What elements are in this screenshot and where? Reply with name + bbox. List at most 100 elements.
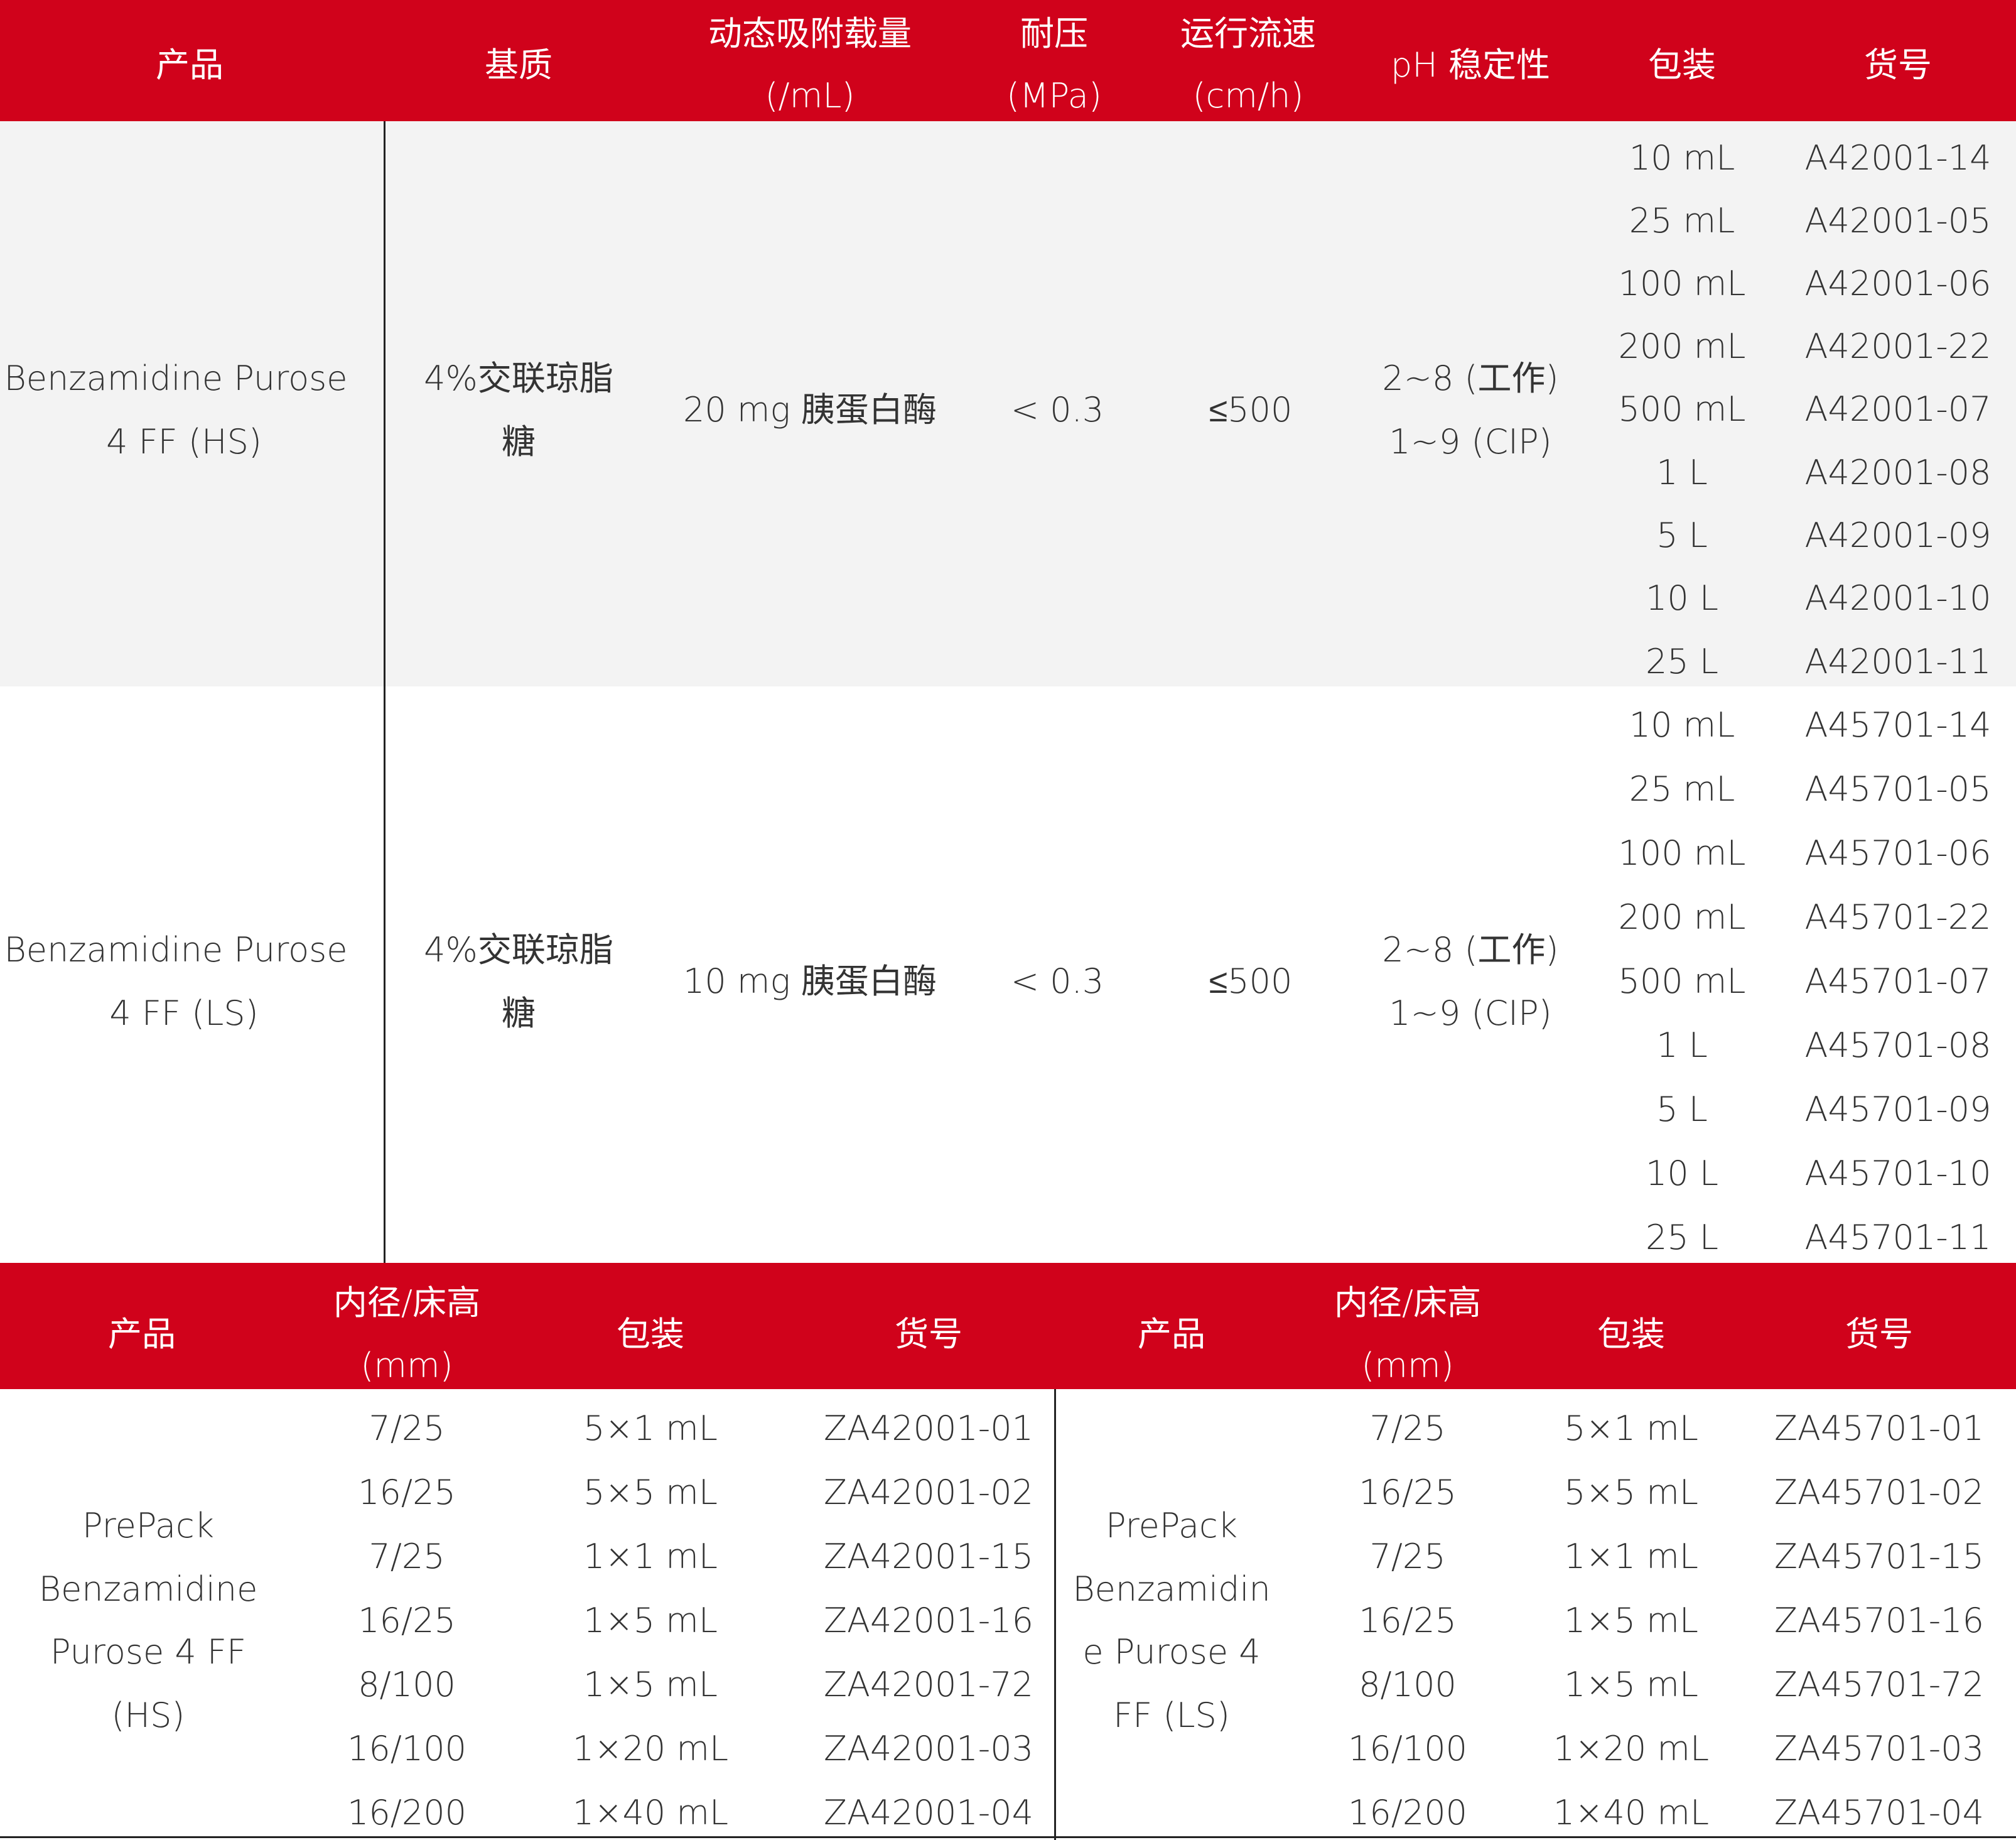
matrix-line1: 4%交联琼脂	[424, 930, 613, 970]
list-item: 25 mL	[1629, 769, 1735, 809]
header-matrix: 基质	[485, 45, 553, 85]
list-item: ZA45701-72	[1774, 1665, 1984, 1704]
list-item: 100 mL	[1618, 833, 1746, 873]
list-item: ZA42001-15	[824, 1537, 1033, 1576]
ph-line1: 2~8 (工作)	[1382, 359, 1559, 398]
list-item: 500 mL	[1618, 961, 1746, 1001]
list-item: 1×5 mL	[1564, 1601, 1698, 1640]
list-item: A42001-06	[1804, 264, 1992, 303]
list-item: 8/100	[358, 1665, 456, 1704]
product-name-line2: 4 FF (HS)	[106, 422, 262, 462]
list-item: 5×1 mL	[583, 1409, 718, 1448]
header-pack-left: 包装	[617, 1314, 684, 1354]
list-item: 16/200	[1348, 1793, 1467, 1832]
list-item: 16/100	[347, 1729, 466, 1768]
list-item: 16/25	[358, 1601, 456, 1640]
header-capacity-line2: (/mL)	[765, 76, 855, 116]
list-item: A45701-11	[1804, 1218, 1992, 1257]
list-item: ZA42001-72	[824, 1665, 1033, 1704]
list-item: A45701-22	[1804, 897, 1992, 937]
list-item: 1×40 mL	[1553, 1793, 1710, 1832]
table1-column-divider	[384, 121, 385, 1263]
matrix-line1: 4%交联琼脂	[424, 359, 613, 398]
list-item: 5 L	[1656, 516, 1708, 555]
header-pressure-line1: 耐压	[1020, 14, 1088, 53]
list-item: 1×5 mL	[583, 1601, 718, 1640]
ph-line1: 2~8 (工作)	[1382, 930, 1559, 970]
pressure-value: < 0.3	[1010, 961, 1104, 1001]
list-item: ZA45701-01	[1774, 1409, 1984, 1448]
list-item: ZA45701-16	[1774, 1601, 1984, 1640]
list-item: 1 L	[1656, 453, 1708, 492]
list-item: A42001-14	[1804, 138, 1992, 178]
list-item: 5×5 mL	[1564, 1473, 1698, 1512]
list-item: A42001-22	[1804, 327, 1992, 366]
header-size-left-line1: 内径/床高	[333, 1283, 481, 1323]
list-item: 10 mL	[1629, 138, 1735, 178]
list-item: 16/200	[347, 1793, 466, 1832]
list-item: 8/100	[1359, 1665, 1457, 1704]
ph-line2: 1~9 (CIP)	[1389, 993, 1552, 1033]
pressure-value: < 0.3	[1010, 390, 1104, 430]
header-size-right-line1: 内径/床高	[1334, 1283, 1482, 1323]
list-item: 25 L	[1646, 1218, 1718, 1257]
list-item: 1 L	[1656, 1026, 1708, 1065]
list-item: A45701-05	[1804, 769, 1992, 809]
list-item: 16/25	[1359, 1601, 1457, 1640]
list-item: A45701-09	[1804, 1090, 1992, 1129]
list-item: 100 mL	[1618, 264, 1746, 303]
product-name-line1: PrePack	[1105, 1506, 1238, 1545]
list-item: 500 mL	[1618, 389, 1746, 429]
list-item: 10 L	[1646, 1154, 1718, 1193]
list-item: 7/25	[1369, 1537, 1446, 1576]
product-name-line3: Purose 4 FF	[50, 1632, 247, 1672]
flow-value: ≤500	[1209, 961, 1293, 1001]
header-capacity-line1: 动态吸附载量	[708, 14, 912, 53]
header-size-left-line2: (mm)	[360, 1346, 453, 1385]
list-item: 1×1 mL	[1564, 1537, 1698, 1576]
header-ph: pH 稳定性	[1390, 45, 1551, 85]
matrix-line2: 糖	[502, 993, 536, 1033]
list-item: 1×40 mL	[572, 1793, 729, 1832]
list-item: ZA42001-03	[824, 1729, 1033, 1768]
list-item: 7/25	[369, 1537, 445, 1576]
list-item: 1×5 mL	[1564, 1665, 1698, 1704]
product-name-line1: PrePack	[82, 1506, 215, 1545]
header-pack: 包装	[1648, 45, 1716, 85]
list-item: A42001-07	[1804, 389, 1992, 429]
list-item: 10 L	[1646, 578, 1718, 618]
list-item: 16/25	[358, 1473, 456, 1512]
capacity-value: 20 mg 胰蛋白酶	[682, 390, 937, 430]
capacity-value: 10 mg 胰蛋白酶	[682, 961, 937, 1001]
product-name-line1: Benzamidine Purose	[4, 930, 348, 970]
list-item: A42001-11	[1804, 642, 1992, 681]
matrix-line2: 糖	[502, 422, 536, 462]
table2-bottom-border	[0, 1836, 2016, 1838]
list-item: A42001-10	[1804, 578, 1992, 618]
product-name-line2: 4 FF (LS)	[109, 993, 259, 1033]
header-pressure-line2: (MPa)	[1006, 76, 1102, 116]
header-catalog-right: 货号	[1845, 1314, 1913, 1354]
list-item: 200 mL	[1618, 897, 1746, 937]
list-item: ZA45701-04	[1774, 1793, 1984, 1832]
list-item: 10 mL	[1629, 705, 1735, 745]
table2-header-bar	[0, 1263, 2016, 1389]
list-item: 200 mL	[1618, 327, 1746, 366]
header-pack-right: 包装	[1597, 1314, 1665, 1354]
header-flow-line2: (cm/h)	[1192, 76, 1304, 116]
list-item: 1×20 mL	[1553, 1729, 1710, 1768]
product-name-line2: Benzamidine	[38, 1569, 258, 1609]
header-catalog: 货号	[1864, 45, 1932, 85]
list-item: 5 L	[1656, 1090, 1708, 1129]
list-item: ZA42001-01	[824, 1409, 1033, 1448]
list-item: A42001-09	[1804, 516, 1992, 555]
list-item: ZA45701-02	[1774, 1473, 1984, 1512]
list-item: 7/25	[1369, 1409, 1446, 1448]
list-item: 5×5 mL	[583, 1473, 718, 1512]
header-product-left: 产品	[108, 1314, 176, 1354]
product-name-line1: Benzamidine Purose	[4, 359, 348, 398]
product-name-line3: e Purose 4	[1082, 1632, 1261, 1672]
header-catalog-left: 货号	[895, 1314, 962, 1354]
list-item: 1×5 mL	[583, 1665, 718, 1704]
list-item: A45701-07	[1804, 961, 1992, 1001]
